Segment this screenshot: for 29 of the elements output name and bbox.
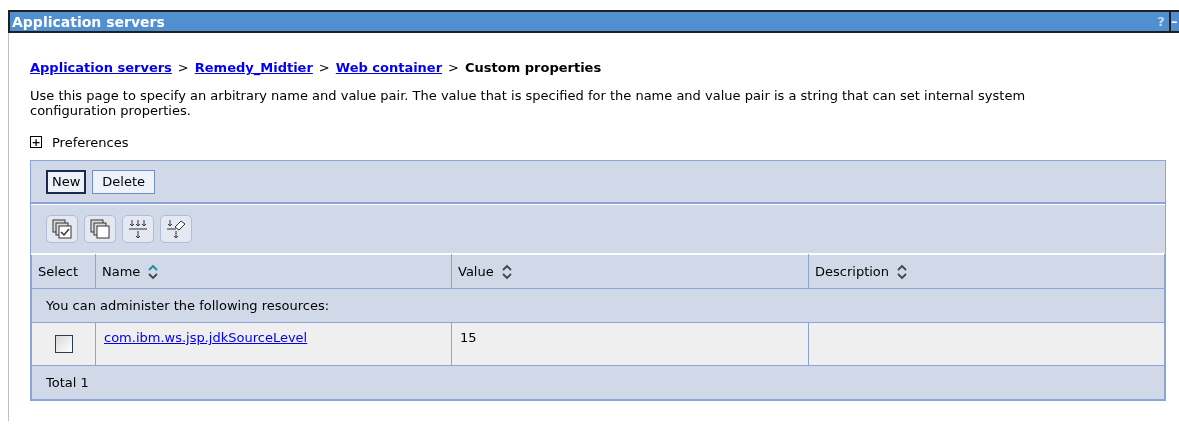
column-header[interactable]: Name xyxy=(102,261,141,282)
column-header[interactable]: Value xyxy=(458,261,494,282)
breadcrumb-separator: > xyxy=(448,59,459,77)
filter-icon[interactable] xyxy=(122,215,154,243)
resources-notice: You can administer the following resources: xyxy=(46,297,330,313)
breadcrumb-link[interactable]: Web container xyxy=(335,58,443,78)
window-title: Application servers xyxy=(11,14,165,29)
breadcrumb-separator: > xyxy=(318,59,330,77)
deselect-all-icon[interactable] xyxy=(84,215,116,243)
table-cell: 15 xyxy=(460,330,477,345)
row-checkbox[interactable] xyxy=(54,335,73,353)
sort-icon[interactable] xyxy=(897,263,908,280)
total-count: Total 1 xyxy=(46,374,89,390)
clear-filter-icon[interactable] xyxy=(160,215,192,243)
sort-icon[interactable] xyxy=(148,263,159,280)
new-button[interactable]: New xyxy=(46,169,87,194)
current-page-title: Custom properties xyxy=(465,59,602,77)
breadcrumb-separator: > xyxy=(177,59,189,77)
column-header: Select xyxy=(38,262,79,281)
breadcrumb-link[interactable]: Remedy_Midtier xyxy=(194,58,313,78)
column-header[interactable]: Description xyxy=(815,261,890,282)
preferences-label[interactable]: Preferences xyxy=(52,132,129,152)
property-name-link[interactable]: com.ibm.ws.jsp.jdkSourceLevel xyxy=(104,330,308,345)
sort-icon[interactable] xyxy=(501,263,512,280)
delete-button[interactable]: Delete xyxy=(92,169,156,194)
breadcrumb-link[interactable]: Application servers xyxy=(30,58,172,78)
expand-toggle[interactable]: + xyxy=(30,136,42,149)
select-all-icon[interactable] xyxy=(46,215,78,243)
page-description: Use this page to specify an arbitrary name and value pair. The value that is specified for the name and value pair is a string that can set internal system configuration properties. xyxy=(30,87,1027,118)
